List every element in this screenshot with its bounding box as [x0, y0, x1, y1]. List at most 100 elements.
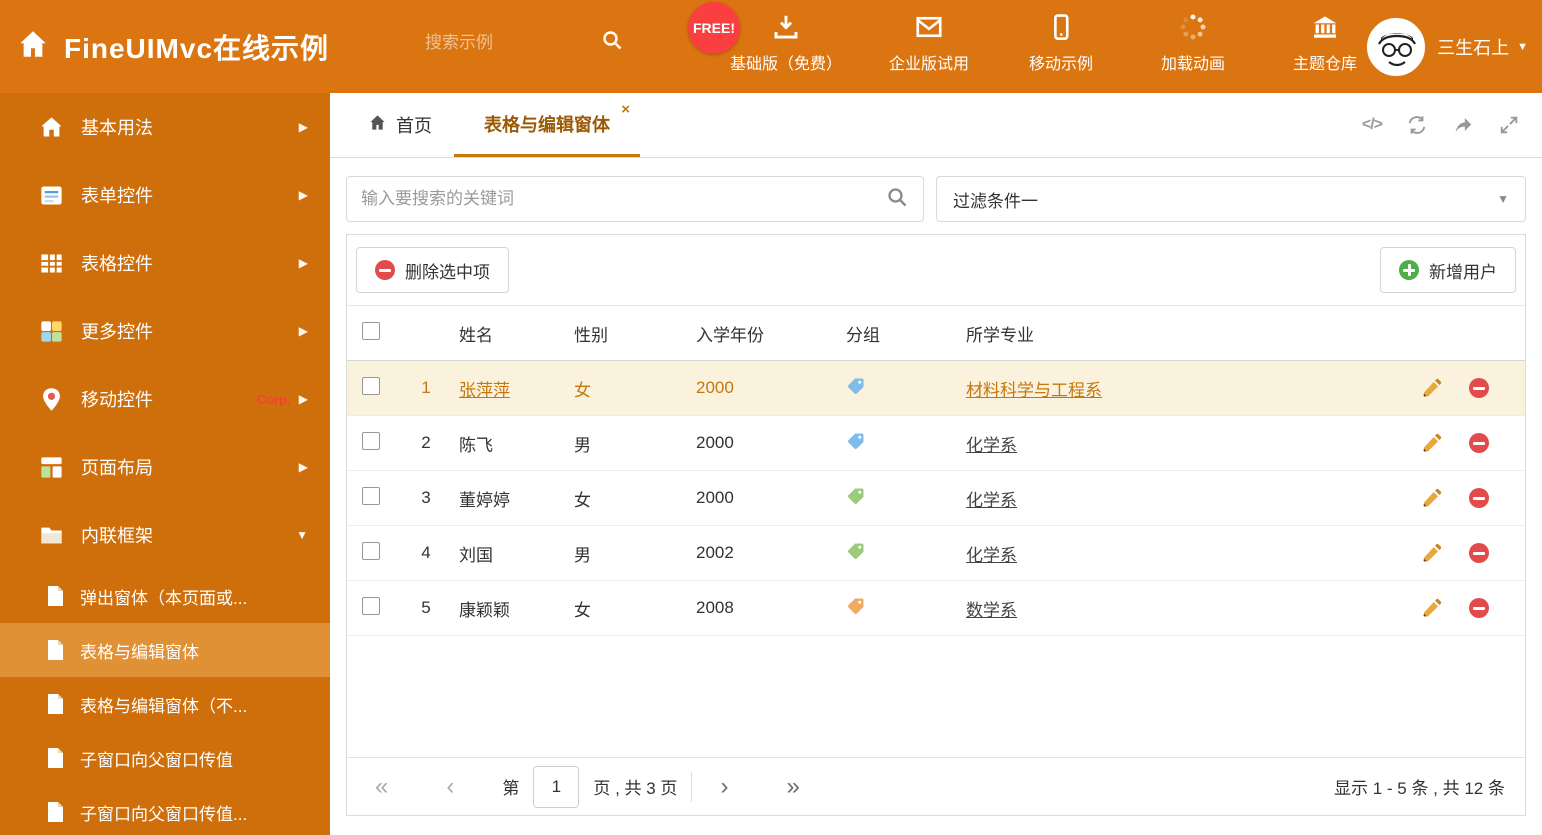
- major-link[interactable]: 化学系: [966, 546, 1017, 565]
- last-page-icon[interactable]: »: [786, 774, 799, 799]
- table-row[interactable]: 3 董婷婷 女 2000 化学系: [347, 470, 1525, 526]
- sidebar-subitem-label: 子窗口向父窗口传值: [80, 750, 233, 770]
- student-name-link[interactable]: 刘国: [459, 546, 493, 565]
- row-number: 5: [393, 580, 457, 636]
- edit-icon[interactable]: [1421, 433, 1442, 454]
- column-header-actions: [1344, 305, 1525, 361]
- table-icon: [38, 250, 65, 277]
- page-number-input[interactable]: [533, 765, 580, 808]
- close-icon[interactable]: ×: [621, 101, 630, 118]
- delete-selected-button[interactable]: 删除选中项: [356, 247, 509, 293]
- column-header-major: 所学专业: [964, 305, 1344, 361]
- student-name-link[interactable]: 陈飞: [459, 436, 493, 455]
- add-user-button[interactable]: 新增用户: [1380, 247, 1516, 293]
- top-header: FineUIMvc在线示例 FREE! 基础版（免费） 企业版试用: [0, 0, 1542, 93]
- next-page-icon[interactable]: ›: [720, 774, 728, 799]
- source-code-icon[interactable]: </>: [1362, 116, 1383, 134]
- nav-item-loading-animation[interactable]: 加载动画: [1148, 10, 1238, 74]
- sidebar-item-form-controls[interactable]: 表单控件 ▶: [0, 161, 330, 229]
- sidebar-item-mobile-controls[interactable]: 移动控件 Corp. ▶: [0, 365, 330, 433]
- table-header-row: 姓名 性别 入学年份 分组 所学专业: [347, 305, 1525, 361]
- sidebar-item-inline-frame[interactable]: 内联框架 ▼: [0, 501, 330, 569]
- sidebar-item-label: 移动控件: [81, 390, 153, 410]
- tab-grid-edit-window[interactable]: 表格与编辑窗体 ×: [454, 93, 640, 157]
- keyword-search-input[interactable]: [361, 189, 885, 209]
- table-row[interactable]: 5 康颖颖 女 2008 数学系: [347, 580, 1525, 636]
- search-icon[interactable]: [600, 28, 624, 57]
- sidebar-item-more-controls[interactable]: 更多控件 ▶: [0, 297, 330, 365]
- edit-icon[interactable]: [1421, 598, 1442, 619]
- table-row[interactable]: 2 陈飞 男 2000 化学系: [347, 415, 1525, 471]
- edit-icon[interactable]: [1421, 488, 1442, 509]
- app-window: FineUIMvc在线示例 FREE! 基础版（免费） 企业版试用: [0, 0, 1542, 835]
- nav-item-theme-store[interactable]: 主题仓库: [1280, 10, 1370, 74]
- user-area[interactable]: 三生石上 ▼: [1367, 0, 1528, 93]
- content-area: 过滤条件一 ▼ 删除选中项 新增用户: [330, 158, 1542, 816]
- row-checkbox[interactable]: [362, 541, 380, 560]
- sidebar-subitem-grid-edit-window[interactable]: 表格与编辑窗体: [0, 623, 330, 677]
- enroll-year: 2002: [694, 525, 844, 581]
- edit-icon[interactable]: [1421, 378, 1442, 399]
- sidebar-subitem-child-to-parent-2[interactable]: 子窗口向父窗口传值...: [0, 785, 330, 835]
- sidebar-subitem-child-to-parent[interactable]: 子窗口向父窗口传值: [0, 731, 330, 785]
- major-link[interactable]: 化学系: [966, 436, 1017, 455]
- header-search-input[interactable]: [425, 32, 600, 53]
- nav-item-mobile-demo[interactable]: 移动示例: [1016, 10, 1106, 74]
- prev-page-icon[interactable]: ‹: [446, 774, 454, 799]
- edit-icon[interactable]: [1421, 543, 1442, 564]
- delete-row-icon[interactable]: [1469, 598, 1489, 618]
- table-row[interactable]: 1 张萍萍 女 2000 材料科学与工程系: [347, 360, 1525, 416]
- sidebar-subitem-label: 弹出窗体（本页面或...: [80, 588, 248, 608]
- delete-row-icon[interactable]: [1469, 543, 1489, 563]
- filter-dropdown[interactable]: 过滤条件一 ▼: [936, 176, 1526, 222]
- row-checkbox[interactable]: [362, 376, 380, 395]
- delete-row-icon[interactable]: [1469, 488, 1489, 508]
- nav-item-enterprise-trial[interactable]: 企业版试用: [884, 10, 974, 74]
- plus-circle-icon: [1399, 260, 1419, 280]
- bank-icon: [1310, 10, 1340, 42]
- tag-icon: [846, 376, 866, 396]
- sidebar-subitem-grid-edit-window-2[interactable]: 表格与编辑窗体（不...: [0, 677, 330, 731]
- tab-home[interactable]: 首页: [346, 93, 454, 157]
- major-link[interactable]: 化学系: [966, 491, 1017, 510]
- search-icon[interactable]: [885, 185, 909, 214]
- nav-item-basic-free[interactable]: 基础版（免费）: [730, 10, 842, 74]
- add-user-label: 新增用户: [1429, 262, 1497, 282]
- refresh-icon[interactable]: [1406, 114, 1428, 136]
- page-suffix-label: 页 , 共 3 页: [593, 779, 678, 798]
- user-name[interactable]: 三生石上 ▼: [1437, 34, 1528, 60]
- row-checkbox[interactable]: [362, 596, 380, 615]
- avatar[interactable]: [1367, 17, 1426, 76]
- sidebar-subitem-popup-window[interactable]: 弹出窗体（本页面或...: [0, 569, 330, 623]
- table-row[interactable]: 4 刘国 男 2002 化学系: [347, 525, 1525, 581]
- header-search: [425, 28, 640, 57]
- enroll-year: 2000: [694, 415, 844, 471]
- tab-bar: 首页 表格与编辑窗体 × </>: [330, 93, 1542, 158]
- logo[interactable]: FineUIMvc在线示例: [16, 0, 329, 93]
- share-icon[interactable]: [1452, 114, 1474, 136]
- filter-row: 过滤条件一 ▼: [346, 176, 1526, 222]
- major-link[interactable]: 数学系: [966, 601, 1017, 620]
- student-name-link[interactable]: 董婷婷: [459, 491, 510, 510]
- select-all-checkbox[interactable]: [362, 321, 380, 340]
- nav-item-label: 企业版试用: [889, 56, 970, 73]
- mobile-pin-icon: [38, 386, 65, 413]
- major-link[interactable]: 材料科学与工程系: [966, 381, 1102, 400]
- delete-row-icon[interactable]: [1469, 378, 1489, 398]
- sidebar-subitem-label: 子窗口向父窗口传值...: [80, 804, 248, 824]
- first-page-icon[interactable]: «: [375, 774, 388, 799]
- column-header-group: 分组: [844, 305, 964, 361]
- main-area: 首页 表格与编辑窗体 × </> 过滤条件一 ▼: [330, 93, 1542, 835]
- delete-row-icon[interactable]: [1469, 433, 1489, 453]
- home-icon: [368, 113, 387, 137]
- student-name-link[interactable]: 张萍萍: [459, 381, 510, 400]
- chevron-right-icon: ▶: [298, 120, 308, 134]
- sidebar-item-grid-controls[interactable]: 表格控件 ▶: [0, 229, 330, 297]
- sidebar-item-page-layout[interactable]: 页面布局 ▶: [0, 433, 330, 501]
- row-checkbox[interactable]: [362, 431, 380, 450]
- student-name-link[interactable]: 康颖颖: [459, 601, 510, 620]
- row-checkbox[interactable]: [362, 486, 380, 505]
- fullscreen-icon[interactable]: [1498, 114, 1520, 136]
- chevron-down-icon: ▼: [1497, 192, 1509, 206]
- sidebar-item-basic-usage[interactable]: 基本用法 ▶: [0, 93, 330, 161]
